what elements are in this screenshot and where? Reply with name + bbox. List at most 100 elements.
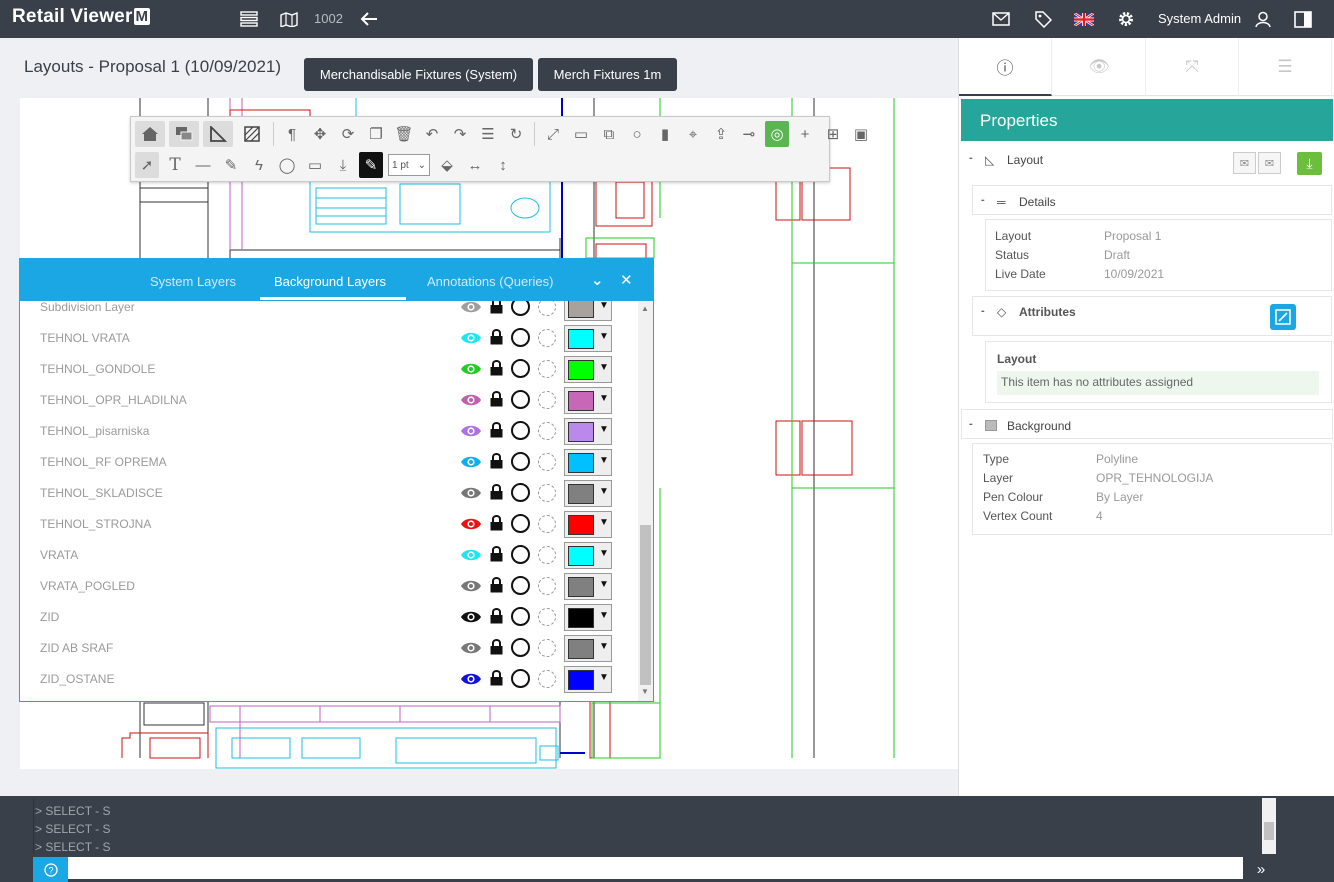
- command-input[interactable]: [68, 857, 1243, 879]
- uk-flag-icon[interactable]: [1073, 8, 1095, 30]
- lock-icon[interactable]: [490, 545, 503, 562]
- vertical-flip-icon[interactable]: ↕: [491, 152, 515, 178]
- delete-icon[interactable]: 🗑: [392, 121, 416, 147]
- save-icon[interactable]: ▣: [849, 121, 873, 147]
- layout-section-title[interactable]: Layout: [1007, 153, 1043, 167]
- target-dashed-icon[interactable]: [538, 329, 556, 347]
- lock-icon[interactable]: [490, 576, 503, 593]
- target-dashed-icon[interactable]: [538, 301, 556, 316]
- line-tool-icon[interactable]: —: [191, 152, 215, 178]
- layer-row[interactable]: ZID_OSTANE ▼: [20, 664, 638, 695]
- layer-row[interactable]: TEHNOL_pisarniska ▼: [20, 416, 638, 447]
- visibility-eye-icon[interactable]: [460, 548, 482, 562]
- fill-bucket-icon[interactable]: ⬙: [435, 152, 459, 178]
- console-scrollbar[interactable]: [1262, 798, 1276, 854]
- collapse-background-icon[interactable]: -: [969, 418, 973, 430]
- visibility-eye-icon[interactable]: [460, 641, 482, 655]
- visibility-eye-icon[interactable]: [460, 672, 482, 686]
- layer-color-picker[interactable]: ▼: [564, 604, 612, 631]
- target-dashed-icon[interactable]: [538, 577, 556, 595]
- snap-ring-icon[interactable]: [511, 545, 530, 564]
- visibility-eye-icon[interactable]: [460, 424, 482, 438]
- layer-color-picker[interactable]: ▼: [564, 325, 612, 352]
- layer-color-picker[interactable]: ▼: [564, 666, 612, 693]
- snap-ring-icon[interactable]: [511, 452, 530, 471]
- text-tool-icon[interactable]: T: [163, 152, 187, 178]
- rectangle-tool-icon[interactable]: ▭: [303, 152, 327, 178]
- layer-color-picker[interactable]: ▼: [564, 301, 612, 321]
- target-dashed-icon[interactable]: [538, 453, 556, 471]
- measure-angle-icon[interactable]: [203, 121, 233, 147]
- home-icon[interactable]: [135, 121, 165, 147]
- info-tab-icon[interactable]: ⓘ: [959, 38, 1052, 96]
- layer-row[interactable]: TEHNOL_STROJNA ▼: [20, 509, 638, 540]
- snap-ring-icon[interactable]: [511, 638, 530, 657]
- layer-color-picker[interactable]: ▼: [564, 542, 612, 569]
- line-weight-select[interactable]: 1 pt ⌄: [388, 154, 430, 176]
- undo-icon[interactable]: ↶: [420, 121, 444, 147]
- layer-row[interactable]: TEHNOL VRATA ▼: [20, 323, 638, 354]
- collapse-chevron-icon[interactable]: ⌄: [591, 271, 604, 289]
- app-logo[interactable]: Retail Viewer M: [12, 6, 151, 28]
- node-icon[interactable]: ⊸: [737, 121, 761, 147]
- lock-icon[interactable]: [490, 359, 503, 376]
- rotate-icon[interactable]: ⟳: [336, 121, 360, 147]
- pencil-icon[interactable]: ✎: [219, 152, 243, 178]
- collapse-layout-icon[interactable]: -: [969, 152, 973, 164]
- grid-icon[interactable]: ⊞: [821, 121, 845, 147]
- layer-color-picker[interactable]: ▼: [564, 573, 612, 600]
- visibility-eye-icon[interactable]: [460, 362, 482, 376]
- tag-icon[interactable]: [1032, 8, 1054, 30]
- help-icon[interactable]: ?: [33, 857, 68, 882]
- layer-list-scrollbar[interactable]: ▲ ▼: [638, 301, 653, 701]
- redo-icon[interactable]: ↷: [448, 121, 472, 147]
- refresh-icon[interactable]: ↻: [504, 121, 528, 147]
- email-remove-icon[interactable]: ✉: [1258, 152, 1281, 174]
- lock-icon[interactable]: [490, 638, 503, 655]
- visibility-eye-icon[interactable]: [460, 579, 482, 593]
- layer-color-picker[interactable]: ▼: [564, 449, 612, 476]
- tab-background-layers[interactable]: Background Layers: [274, 274, 386, 289]
- circle-select-icon[interactable]: ○: [625, 121, 649, 147]
- collapse-details-icon[interactable]: -: [981, 194, 985, 206]
- merchandisable-fixtures-button[interactable]: Merchandisable Fixtures (System): [304, 58, 533, 91]
- download-icon[interactable]: ⤓: [1297, 152, 1322, 175]
- attributes-section-title[interactable]: Attributes: [1019, 305, 1076, 319]
- lock-icon[interactable]: [490, 607, 503, 624]
- transform-tab-icon[interactable]: ⤧: [1146, 38, 1239, 96]
- tab-annotations-queries[interactable]: Annotations (Queries): [427, 274, 553, 289]
- layer-row[interactable]: VRATA ▼: [20, 540, 638, 571]
- horizontal-flip-icon[interactable]: ↔: [463, 152, 487, 178]
- target-dashed-icon[interactable]: [538, 391, 556, 409]
- user-name[interactable]: System Admin: [1158, 11, 1241, 26]
- notes-tab-icon[interactable]: ☰: [1239, 38, 1332, 96]
- export-icon[interactable]: ⇪: [709, 121, 733, 147]
- visibility-eye-icon[interactable]: [460, 455, 482, 469]
- lock-icon[interactable]: [490, 669, 503, 686]
- visibility-eye-icon[interactable]: [460, 517, 482, 531]
- hatch-icon[interactable]: [237, 121, 267, 147]
- lock-icon[interactable]: [490, 452, 503, 469]
- snap-ring-icon[interactable]: [511, 301, 530, 316]
- target-dashed-icon[interactable]: [538, 608, 556, 626]
- arrow-down-icon[interactable]: ⤓: [331, 152, 355, 178]
- lock-icon[interactable]: [490, 328, 503, 345]
- visibility-eye-icon[interactable]: [460, 610, 482, 624]
- circle-tool-icon[interactable]: ◯: [275, 152, 299, 178]
- lightning-icon[interactable]: ϟ: [247, 152, 271, 178]
- target-dashed-icon[interactable]: [538, 670, 556, 688]
- menu-icon[interactable]: [238, 8, 260, 30]
- fit-extents-icon[interactable]: ⤢: [541, 121, 565, 147]
- zoom-window-icon[interactable]: ▭: [569, 121, 593, 147]
- target-dashed-icon[interactable]: [538, 422, 556, 440]
- ruler-icon[interactable]: ▮: [653, 121, 677, 147]
- layer-row[interactable]: TEHNOL_OPR_HLADILNA ▼: [20, 385, 638, 416]
- edit-attributes-icon[interactable]: [1270, 304, 1296, 330]
- snap-ring-icon[interactable]: [511, 514, 530, 533]
- email-add-icon[interactable]: ✉: [1233, 152, 1256, 174]
- visibility-eye-icon[interactable]: [460, 301, 482, 314]
- lock-icon[interactable]: [490, 514, 503, 531]
- close-icon[interactable]: ✕: [620, 271, 633, 289]
- layer-color-picker[interactable]: ▼: [564, 511, 612, 538]
- target-dashed-icon[interactable]: [538, 515, 556, 533]
